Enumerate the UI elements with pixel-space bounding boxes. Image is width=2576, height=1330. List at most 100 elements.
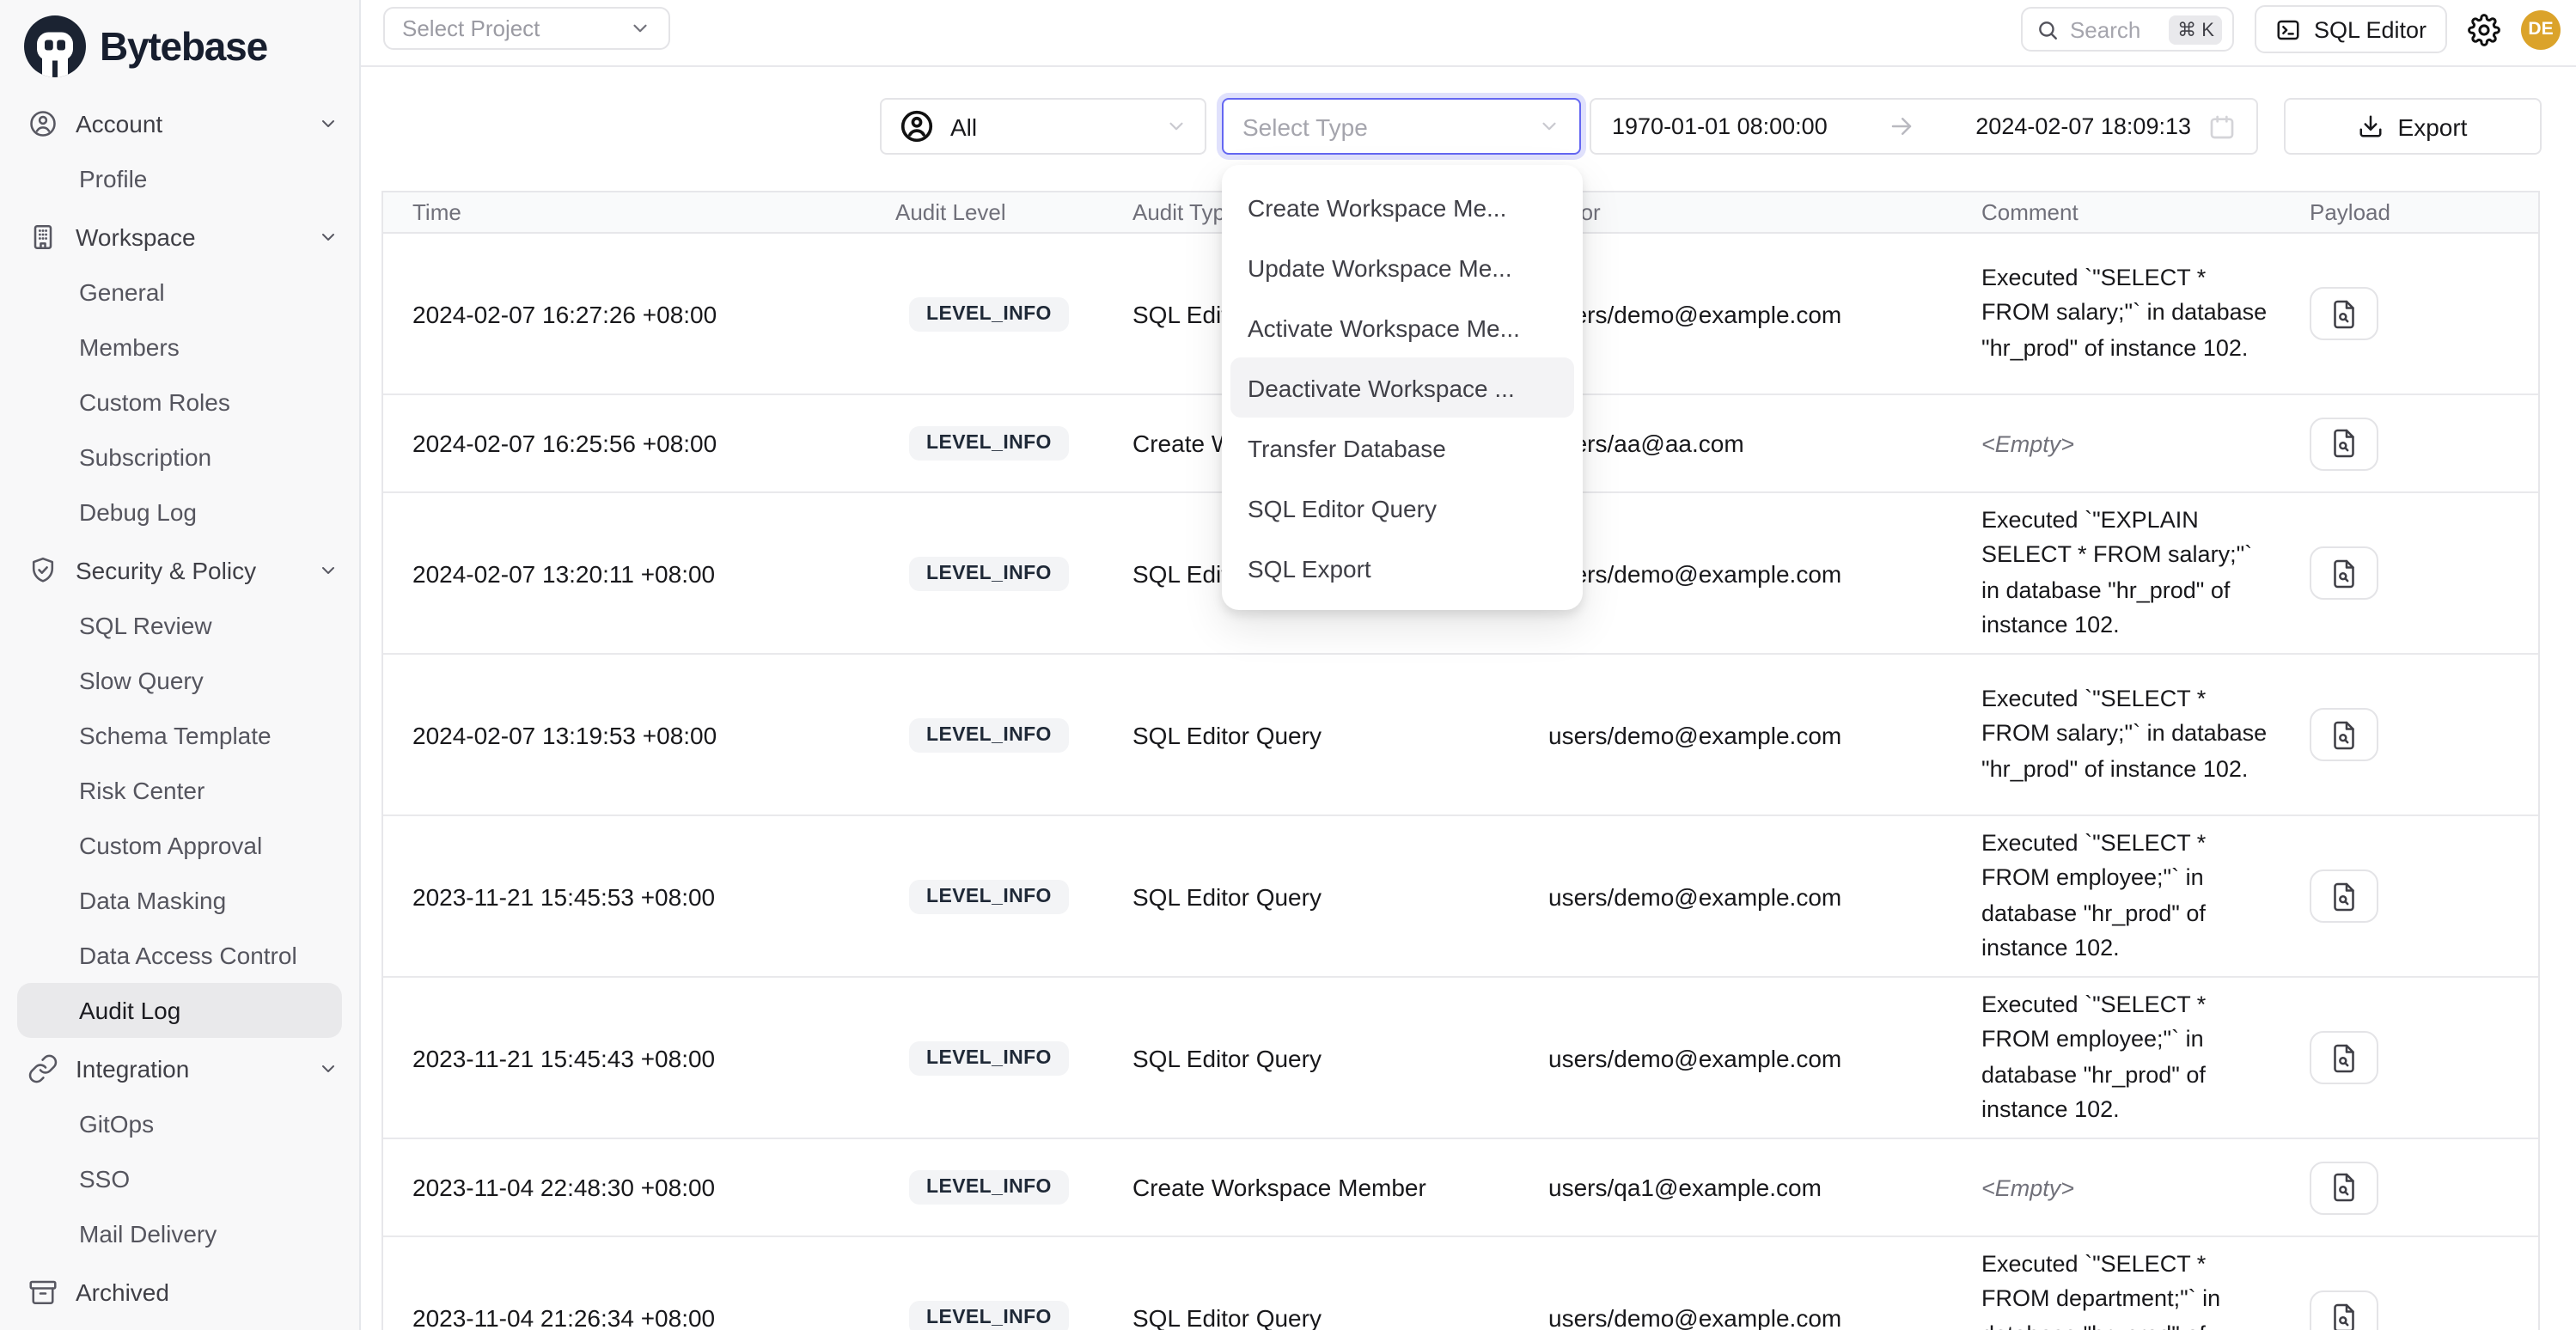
payload-view-button[interactable] <box>2310 708 2378 761</box>
audit-level-badge: LEVEL_INFO <box>909 1040 1069 1075</box>
bytebase-app: Bytebase AccountProfileWorkspaceGeneralM… <box>0 0 2576 1330</box>
audit-level-badge: LEVEL_INFO <box>909 1300 1069 1330</box>
sql-editor-label: SQL Editor <box>2314 16 2426 42</box>
bytebase-logo[interactable]: Bytebase <box>0 0 359 93</box>
archive-icon <box>27 1277 58 1308</box>
audit-level-badge: LEVEL_INFO <box>909 717 1069 752</box>
sidebar-section-workspace[interactable]: Workspace <box>0 210 359 265</box>
payload-view-button[interactable] <box>2310 287 2378 340</box>
chevron-down-icon <box>318 227 339 247</box>
search-placeholder: Search <box>2070 16 2158 42</box>
menu-item-deactivate-workspace[interactable]: Deactivate Workspace ... <box>1230 357 1574 418</box>
cell-time: 2023-11-04 21:26:34 +08:00 <box>383 1237 895 1330</box>
chevron-down-icon <box>1538 115 1560 137</box>
bytebase-logo-icon <box>24 15 86 77</box>
sidebar-section-integration[interactable]: Integration <box>0 1041 359 1096</box>
payload-view-button[interactable] <box>2310 417 2378 470</box>
payload-view-button[interactable] <box>2310 546 2378 600</box>
sidebar-item-mail-delivery[interactable]: Mail Delivery <box>17 1206 342 1261</box>
column-header-time: Time <box>383 192 895 232</box>
export-button[interactable]: Export <box>2284 98 2542 155</box>
menu-item-activate-workspace-me[interactable]: Activate Workspace Me... <box>1230 297 1574 357</box>
sidebar-section-account[interactable]: Account <box>0 96 359 151</box>
audit-level-badge: LEVEL_INFO <box>909 556 1069 590</box>
file-search-icon <box>2329 428 2359 459</box>
cell-actor: users/demo@example.com <box>1548 493 1981 653</box>
actor-filter-value: All <box>950 113 1150 140</box>
sidebar-item-custom-roles[interactable]: Custom Roles <box>17 375 342 430</box>
export-label: Export <box>2398 113 2468 140</box>
sidebar-item-general[interactable]: General <box>17 265 342 320</box>
date-range-picker[interactable]: 1970-01-01 08:00:00 2024-02-07 18:09:13 <box>1590 98 2258 155</box>
file-search-icon <box>2329 558 2359 589</box>
project-select[interactable]: Select Project <box>383 7 670 50</box>
chevron-down-icon <box>629 17 651 40</box>
sidebar-item-custom-approval[interactable]: Custom Approval <box>17 818 342 873</box>
payload-view-button[interactable] <box>2310 1161 2378 1214</box>
sidebar-item-gitops[interactable]: GitOps <box>17 1096 342 1151</box>
audit-level-badge: LEVEL_INFO <box>909 1170 1069 1205</box>
sidebar-item-data-access-control[interactable]: Data Access Control <box>17 928 342 983</box>
project-select-placeholder: Select Project <box>402 15 629 41</box>
sidebar-item-slow-query[interactable]: Slow Query <box>17 653 342 708</box>
chevron-down-icon <box>1165 115 1187 137</box>
comment-text: Executed `"SELECT * FROM salary;"` in da… <box>1981 261 2274 366</box>
cell-payload <box>2310 655 2538 814</box>
menu-item-sql-editor-query[interactable]: SQL Editor Query <box>1230 478 1574 538</box>
sidebar-section-archived[interactable]: Archived <box>0 1265 359 1320</box>
download-icon <box>2359 113 2384 139</box>
payload-view-button[interactable] <box>2310 1290 2378 1330</box>
actor-filter-select[interactable]: All <box>880 98 1206 155</box>
sidebar-item-risk-center[interactable]: Risk Center <box>17 763 342 818</box>
arrow-right-icon <box>1889 113 1914 139</box>
cell-time: 2023-11-04 22:48:30 +08:00 <box>383 1139 895 1235</box>
type-filter-select[interactable]: Select Type <box>1222 98 1581 155</box>
sidebar-item-data-masking[interactable]: Data Masking <box>17 873 342 928</box>
sidebar-item-members[interactable]: Members <box>17 320 342 375</box>
sidebar-item-debug-log[interactable]: Debug Log <box>17 485 342 540</box>
cell-actor: users/demo@example.com <box>1548 655 1981 814</box>
menu-item-create-workspace-me[interactable]: Create Workspace Me... <box>1230 177 1574 237</box>
cell-payload <box>2310 1139 2538 1235</box>
type-filter-placeholder: Select Type <box>1242 113 1524 140</box>
cell-audit-level: LEVEL_INFO <box>895 493 1132 653</box>
sidebar-item-sql-review[interactable]: SQL Review <box>17 598 342 653</box>
sql-editor-button[interactable]: SQL Editor <box>2256 5 2447 53</box>
search-input[interactable]: Search ⌘ K <box>2022 7 2235 52</box>
cell-time: 2024-02-07 13:19:53 +08:00 <box>383 655 895 814</box>
sidebar-item-sso[interactable]: SSO <box>17 1151 342 1206</box>
cell-audit-level: LEVEL_INFO <box>895 1139 1132 1235</box>
file-search-icon <box>2329 1172 2359 1203</box>
cell-time: 2023-11-21 15:45:43 +08:00 <box>383 978 895 1138</box>
sidebar-item-subscription[interactable]: Subscription <box>17 430 342 485</box>
menu-item-update-workspace-me[interactable]: Update Workspace Me... <box>1230 237 1574 297</box>
cell-time: 2023-11-21 15:45:53 +08:00 <box>383 816 895 976</box>
cell-comment: <Empty> <box>1981 1139 2310 1235</box>
payload-view-button[interactable] <box>2310 1031 2378 1084</box>
table-row: 2023-11-04 22:48:30 +08:00 LEVEL_INFO Crea… <box>383 1139 2538 1237</box>
menu-item-sql-export[interactable]: SQL Export <box>1230 538 1574 598</box>
cell-payload <box>2310 234 2538 394</box>
search-icon <box>2037 18 2060 40</box>
user-avatar[interactable]: DE <box>2521 9 2561 49</box>
file-search-icon <box>2329 298 2359 329</box>
date-from: 1970-01-01 08:00:00 <box>1612 113 1828 139</box>
table-row: 2024-02-07 13:19:53 +08:00LEVEL_INFOSQL … <box>383 655 2538 816</box>
building-icon <box>27 222 58 253</box>
cell-audit-level: LEVEL_INFO <box>895 978 1132 1138</box>
empty-comment: <Empty> <box>1981 1174 2074 1200</box>
cell-audit-type: Create Workspace Member <box>1132 1139 1548 1235</box>
audit-level-badge: LEVEL_INFO <box>909 426 1069 461</box>
sidebar-item-schema-template[interactable]: Schema Template <box>17 708 342 763</box>
sidebar-item-profile[interactable]: Profile <box>17 151 342 206</box>
comment-text: Executed `"EXPLAIN SELECT * FROM salary;… <box>1981 503 2274 643</box>
sidebar-item-audit-log[interactable]: Audit Log <box>17 983 342 1038</box>
cell-actor: users/demo@example.com <box>1548 978 1981 1138</box>
cell-audit-level: LEVEL_INFO <box>895 655 1132 814</box>
cell-audit-level: LEVEL_INFO <box>895 234 1132 394</box>
comment-text: Executed `"SELECT * FROM salary;"` in da… <box>1981 682 2274 787</box>
sidebar-section-security-policy[interactable]: Security & Policy <box>0 543 359 598</box>
menu-item-transfer-database[interactable]: Transfer Database <box>1230 418 1574 478</box>
gear-icon[interactable] <box>2468 13 2500 46</box>
payload-view-button[interactable] <box>2310 869 2378 923</box>
